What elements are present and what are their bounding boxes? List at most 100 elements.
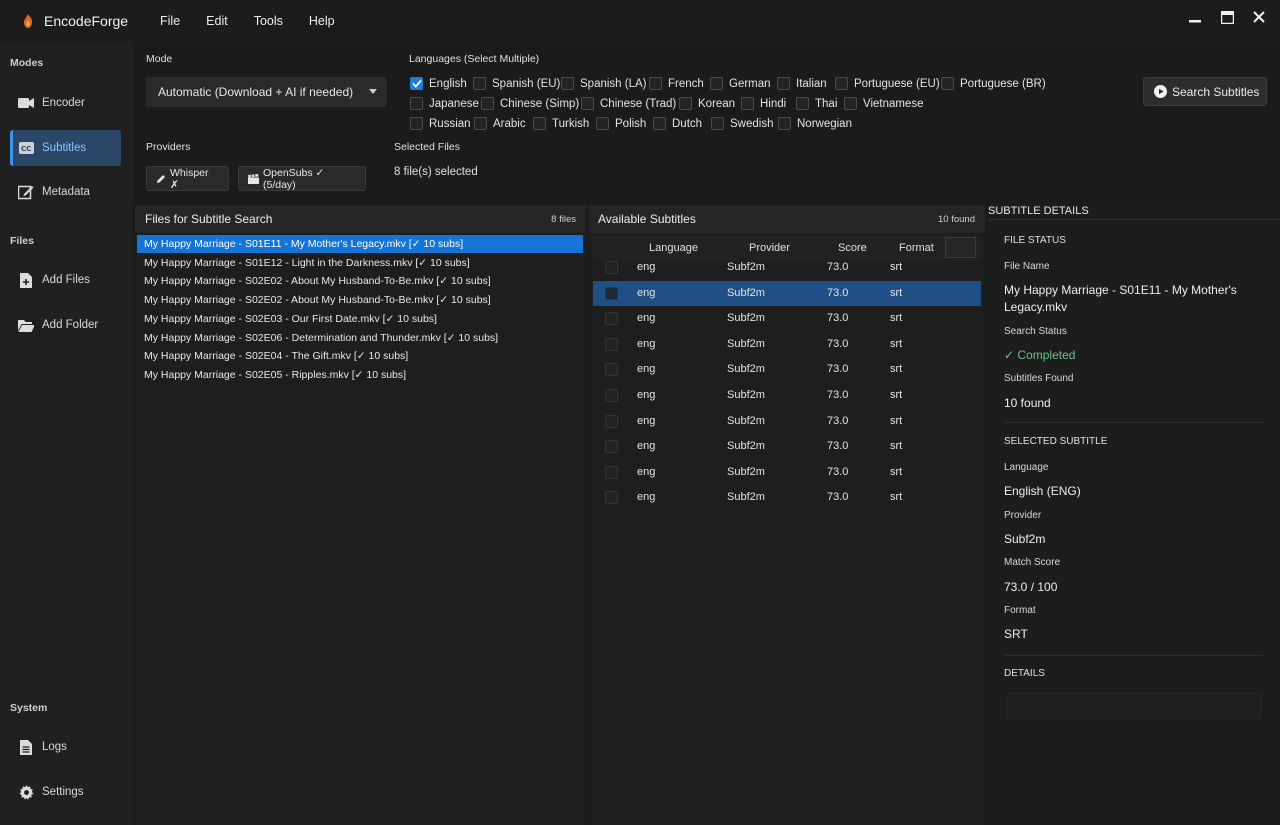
language-checkbox[interactable] (410, 117, 423, 130)
table-row[interactable]: eng Subf2m 73.0 srt (593, 280, 981, 306)
language-option[interactable]: Dutch (653, 117, 702, 130)
table-row[interactable]: eng Subf2m 73.0 srt (593, 409, 981, 434)
whisper-provider-button[interactable]: Whisper ✗ (146, 166, 229, 191)
language-option[interactable]: Turkish (533, 117, 589, 130)
language-checkbox[interactable] (778, 117, 791, 130)
menu-file[interactable]: File (148, 0, 192, 42)
language-checkbox[interactable] (653, 117, 666, 130)
cell-language: eng (637, 261, 656, 273)
opensubs-provider-button[interactable]: OpenSubs ✓ (5/day) (238, 166, 366, 191)
mode-select[interactable]: Automatic (Download + AI if needed) (146, 77, 387, 107)
sidebar-item-metadata[interactable]: Metadata (10, 174, 121, 210)
language-checkbox[interactable] (649, 77, 662, 90)
minimize-icon[interactable] (1188, 10, 1202, 24)
language-checkbox[interactable] (679, 97, 692, 110)
language-option[interactable]: French (649, 77, 704, 90)
language-option[interactable]: German (710, 77, 771, 90)
table-row[interactable]: eng Subf2m 73.0 srt (593, 485, 981, 510)
language-checkbox[interactable] (561, 77, 574, 90)
language-checkbox[interactable] (796, 97, 809, 110)
language-checkbox[interactable] (410, 97, 423, 110)
sidebar-item-subtitles[interactable]: CC Subtitles (10, 130, 121, 166)
language-checkbox[interactable] (710, 77, 723, 90)
file-list-item[interactable]: My Happy Marriage - S02E02 - About My Hu… (137, 291, 583, 309)
language-option[interactable]: Chinese (Trad) (581, 97, 676, 110)
language-label: Japanese (429, 97, 479, 110)
language-option[interactable]: Vietnamese (844, 97, 924, 110)
table-row[interactable]: eng Subf2m 73.0 srt (593, 332, 981, 357)
language-option[interactable]: Norwegian (778, 117, 852, 130)
file-list-item[interactable]: My Happy Marriage - S02E02 - About My Hu… (137, 272, 583, 290)
sidebar-item-add-files[interactable]: Add Files (10, 262, 121, 298)
row-checkbox[interactable] (605, 286, 618, 300)
language-checkbox[interactable] (844, 97, 857, 110)
row-checkbox[interactable] (605, 363, 618, 377)
search-subtitles-button[interactable]: Search Subtitles (1143, 77, 1267, 106)
language-option[interactable]: Portuguese (BR) (941, 77, 1046, 90)
table-row[interactable]: eng Subf2m 73.0 srt (593, 357, 981, 382)
row-checkbox[interactable] (605, 389, 618, 402)
table-row[interactable]: eng Subf2m 73.0 srt (593, 306, 981, 331)
language-option[interactable]: Hindi (741, 97, 786, 110)
column-header-format[interactable]: Format (899, 242, 934, 254)
row-checkbox[interactable] (605, 414, 618, 428)
language-option[interactable]: Spanish (LA) (561, 77, 646, 90)
table-row[interactable]: eng Subf2m 73.0 srt (593, 255, 981, 280)
file-list-item[interactable]: My Happy Marriage - S01E12 - Light in th… (137, 254, 583, 272)
row-checkbox[interactable] (605, 312, 618, 326)
sidebar-item-add-folder[interactable]: Add Folder (10, 307, 121, 343)
cell-score: 73.0 (827, 389, 849, 401)
language-checkbox[interactable] (941, 77, 954, 90)
menu-edit[interactable]: Edit (194, 0, 240, 42)
file-list-item[interactable]: My Happy Marriage - S02E04 - The Gift.mk… (137, 347, 583, 365)
language-checkbox[interactable] (711, 117, 724, 130)
language-option[interactable]: Chinese (Simp) (481, 97, 579, 110)
language-option[interactable]: Italian (777, 77, 827, 90)
language-option[interactable]: Swedish (711, 117, 773, 130)
language-checkbox[interactable] (835, 77, 848, 90)
menu-tools[interactable]: Tools (242, 0, 295, 42)
details-text-area[interactable] (1006, 693, 1262, 719)
language-option[interactable]: Portuguese (EU) (835, 77, 940, 90)
menu-help[interactable]: Help (297, 0, 347, 42)
row-checkbox[interactable] (605, 440, 618, 454)
sidebar-item-settings[interactable]: Settings (10, 774, 121, 810)
column-header-language[interactable]: Language (649, 242, 698, 254)
sidebar-item-logs[interactable]: Logs (10, 729, 121, 765)
language-checkbox[interactable] (596, 117, 609, 130)
language-option[interactable]: Russian (410, 117, 471, 130)
search-subtitles-label: Search Subtitles (1172, 84, 1260, 99)
column-header-score[interactable]: Score (838, 242, 867, 254)
language-checkbox[interactable] (777, 77, 790, 90)
file-list-item[interactable]: My Happy Marriage - S02E03 - Our First D… (137, 310, 583, 328)
language-option[interactable]: Korean (679, 97, 735, 110)
sidebar-item-encoder[interactable]: Encoder (10, 85, 121, 121)
language-option[interactable]: Thai (796, 97, 837, 110)
language-option[interactable]: Polish (596, 117, 646, 130)
language-checkbox[interactable] (410, 77, 423, 90)
language-checkbox[interactable] (473, 77, 486, 90)
row-checkbox[interactable] (605, 261, 618, 274)
close-icon[interactable] (1252, 10, 1266, 24)
language-checkbox[interactable] (581, 97, 594, 110)
language-option[interactable]: Spanish (EU) (473, 77, 560, 90)
row-checkbox[interactable] (605, 491, 618, 505)
row-checkbox[interactable] (605, 337, 618, 351)
file-list-item[interactable]: My Happy Marriage - S02E05 - Ripples.mkv… (137, 366, 583, 384)
table-row[interactable]: eng Subf2m 73.0 srt (593, 460, 981, 485)
language-option[interactable]: Japanese (410, 97, 479, 110)
language-option[interactable]: Arabic (474, 117, 526, 130)
language-checkbox[interactable] (474, 117, 487, 130)
file-list-item[interactable]: My Happy Marriage - S02E06 - Determinati… (137, 329, 583, 347)
row-checkbox[interactable] (605, 465, 618, 479)
maximize-icon[interactable] (1220, 10, 1234, 24)
language-option[interactable]: English (410, 77, 467, 90)
column-header-provider[interactable]: Provider (749, 242, 790, 254)
file-list-item[interactable]: My Happy Marriage - S01E11 - My Mother's… (137, 235, 583, 253)
language-checkbox[interactable] (481, 97, 494, 110)
table-row[interactable]: eng Subf2m 73.0 srt (593, 383, 981, 408)
sidebar-item-label: Subtitles (42, 142, 87, 154)
language-checkbox[interactable] (741, 97, 754, 110)
language-checkbox[interactable] (533, 117, 546, 130)
table-row[interactable]: eng Subf2m 73.0 srt (593, 434, 981, 459)
